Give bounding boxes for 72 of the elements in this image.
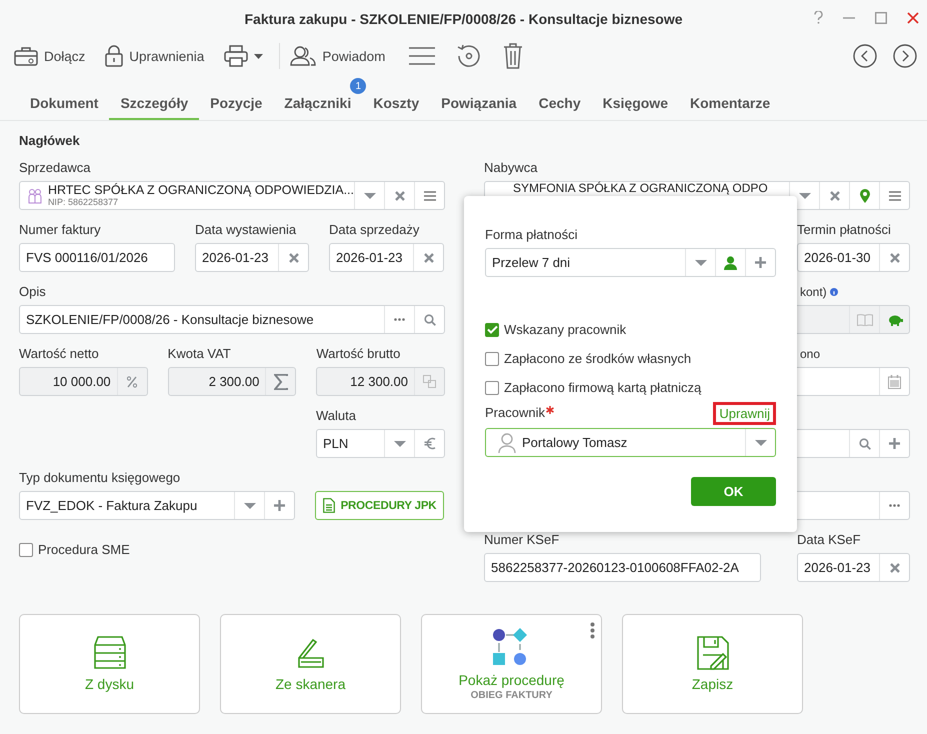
field-value: SYMFONIA SPÓŁKA Z OGRANICZONĄ ODPO bbox=[512, 182, 769, 194]
tile-button[interactable]: Pokaż procedurę OBIEG FAKTURY bbox=[421, 614, 602, 714]
field-label: Wartość brutto bbox=[316, 346, 402, 362]
description-field[interactable]: SZKOLENIE/FP/0008/26 - Konsultacje biznesowe bbox=[19, 305, 445, 334]
attach-button[interactable]: Dołącz bbox=[10, 44, 90, 68]
field-label: Kwota VAT bbox=[168, 346, 232, 362]
field-value: SZKOLENIE/FP/0008/26 - Konsultacje biznesowe bbox=[25, 312, 315, 327]
field-value: PLN bbox=[322, 436, 350, 451]
tab[interactable]: Powiązania bbox=[430, 88, 528, 120]
jpk-button[interactable]: PROCEDURY JPK bbox=[315, 491, 444, 520]
date-field[interactable]: 2026-01-23 bbox=[195, 243, 309, 272]
tile-button[interactable]: Z dysku bbox=[19, 614, 200, 714]
checkbox[interactable]: Zapłacono ze środków własnych bbox=[485, 351, 776, 366]
tab[interactable]: Komentarze bbox=[678, 88, 782, 120]
document-type-field[interactable]: FVZ_EDOK - Faktura Zakupu bbox=[19, 491, 295, 520]
field-value: 5862258377-20260123-0100608FFA02-2A bbox=[490, 560, 740, 575]
field-value: FVS 000116/01/2026 bbox=[25, 250, 149, 265]
tile-subtitle: OBIEG FAKTURY bbox=[470, 690, 552, 700]
ok-button[interactable]: OK bbox=[691, 477, 776, 506]
field-label: Opis bbox=[19, 284, 47, 300]
date-field[interactable]: 2026-01-23 bbox=[329, 243, 444, 272]
tab[interactable]: Cechy bbox=[528, 88, 592, 120]
field-label: Numer KSeF bbox=[484, 532, 560, 548]
checkbox[interactable]: Procedura SME bbox=[19, 542, 445, 557]
field-value: 2026-01-23 bbox=[335, 250, 404, 265]
tile-button[interactable]: Ze skanera bbox=[220, 614, 401, 714]
field-label: Sprzedawca bbox=[19, 160, 92, 176]
window-title: Faktura zakupu - SZKOLENIE/FP/0008/26 - Konsultacje biznesowe bbox=[244, 11, 682, 27]
tab[interactable]: Dokument bbox=[19, 88, 110, 120]
checkbox[interactable]: Wskazany pracownik bbox=[485, 322, 776, 337]
field-label: Wartość netto bbox=[19, 346, 100, 362]
field-label: ono bbox=[800, 346, 820, 362]
field-value: 2026-01-30 bbox=[803, 250, 872, 265]
date-field[interactable]: 2026-01-23 bbox=[797, 553, 910, 582]
field-label: kont) bbox=[800, 284, 827, 300]
field-value: Przelew 7 dni bbox=[491, 255, 572, 270]
date-field[interactable]: 2026-01-30 bbox=[797, 243, 910, 272]
field-label: Waluta bbox=[316, 408, 357, 424]
checkbox[interactable]: Zapłacono firmową kartą płatniczą bbox=[485, 380, 776, 395]
tab[interactable]: Szczegóły bbox=[109, 88, 200, 120]
tab[interactable]: Pozycje bbox=[199, 88, 274, 120]
field-label: Data wystawienia bbox=[195, 222, 298, 238]
field-value: HRTEC SPÓŁKA Z OGRANICZONĄ ODPOWIEDZIA... bbox=[48, 184, 354, 196]
field-label: Numer faktury bbox=[19, 222, 102, 238]
employee-field[interactable]: Portalowy Tomasz bbox=[485, 428, 776, 457]
authorize-link[interactable]: Uprawnij bbox=[713, 402, 776, 424]
section-title: Nagłówek bbox=[19, 133, 81, 148]
count-badge: 1 bbox=[350, 78, 366, 94]
seller-field[interactable]: HRTEC SPÓŁKA Z OGRANICZONĄ ODPOWIEDZIA... NIP: 5862258377 bbox=[19, 181, 445, 210]
payment-form-field[interactable]: Przelew 7 dni bbox=[485, 248, 776, 277]
currency-field[interactable]: PLN bbox=[316, 429, 445, 458]
tile-button[interactable]: Zapisz bbox=[622, 614, 803, 714]
notify-button[interactable]: Powiadom bbox=[286, 44, 390, 68]
field-value: 10 000.00 bbox=[52, 374, 112, 389]
field-label: Data KSeF bbox=[797, 532, 862, 548]
invoice-number-field[interactable]: FVS 000116/01/2026 bbox=[19, 243, 175, 272]
field-value: 2026-01-23 bbox=[201, 250, 270, 265]
field-label: Data sprzedaży bbox=[329, 222, 420, 238]
field-label: Termin płatności bbox=[797, 222, 892, 238]
field-label: Forma płatności bbox=[485, 227, 578, 243]
field-label: Pracownik bbox=[485, 405, 545, 421]
field-value: FVZ_EDOK - Faktura Zakupu bbox=[25, 498, 198, 513]
field-label: Nabywca bbox=[484, 160, 538, 176]
permissions-button[interactable]: Uprawnienia bbox=[101, 43, 208, 69]
field-value: 12 300.00 bbox=[349, 374, 410, 389]
field-value: Portalowy Tomasz bbox=[521, 435, 628, 450]
field-value: 2 300.00 bbox=[208, 374, 260, 389]
field-label: Typ dokumentu księgowego bbox=[19, 470, 182, 486]
tax-id: NIP: 5862258377 bbox=[48, 196, 119, 208]
field-value: 2026-01-23 bbox=[803, 560, 872, 575]
tab[interactable]: Księgowe bbox=[592, 88, 679, 120]
ksef-number-field[interactable]: 5862258377-20260123-0100608FFA02-2A bbox=[484, 553, 761, 582]
